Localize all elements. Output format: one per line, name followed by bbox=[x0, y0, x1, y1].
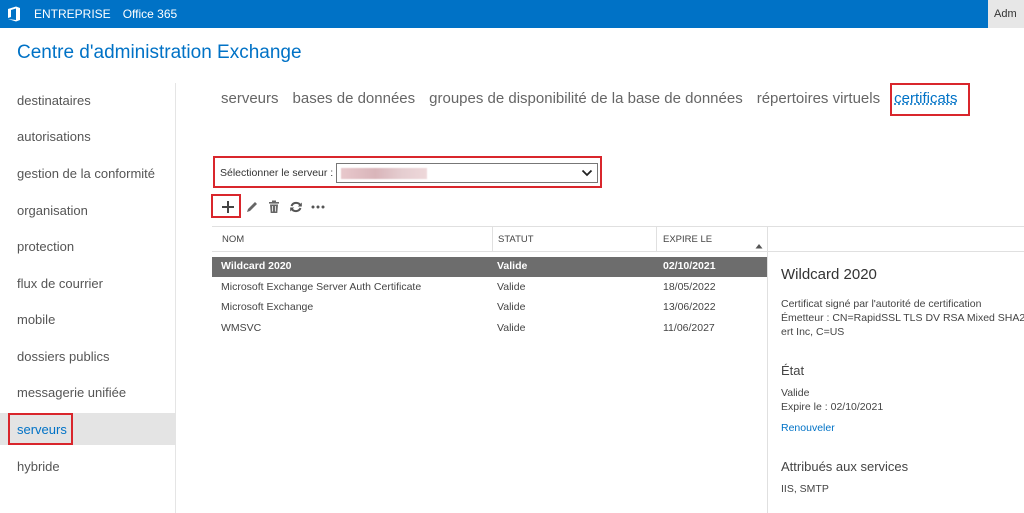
detail-header-strip bbox=[768, 226, 1024, 252]
details-title: Wildcard 2020 bbox=[781, 266, 877, 283]
cell-name: WMSVC bbox=[221, 322, 262, 334]
cell-status: Valide bbox=[497, 260, 528, 272]
details-signed-by: Certificat signé par l'autorité de certi… bbox=[781, 298, 982, 310]
nav-item-organisation[interactable]: organisation bbox=[17, 203, 88, 218]
column-header-nom[interactable]: NOM bbox=[222, 227, 244, 251]
column-divider bbox=[492, 227, 493, 251]
cell-expires: 18/05/2022 bbox=[663, 281, 716, 293]
cell-name: Wildcard 2020 bbox=[221, 260, 292, 272]
left-nav: destinataires autorisations gestion de l… bbox=[0, 83, 176, 513]
nav-item-conformite[interactable]: gestion de la conformité bbox=[17, 166, 155, 181]
highlight-box-certificats bbox=[890, 83, 970, 116]
user-menu[interactable]: Adm bbox=[988, 0, 1024, 28]
tab-bar: serveurs bases de données groupes de dis… bbox=[221, 90, 971, 107]
renew-link[interactable]: Renouveler bbox=[781, 422, 835, 434]
details-state-heading: État bbox=[781, 363, 805, 378]
cell-name: Microsoft Exchange bbox=[221, 301, 314, 313]
nav-item-messagerie-unifiee[interactable]: messagerie unifiée bbox=[17, 385, 126, 400]
cell-name: Microsoft Exchange Server Auth Certifica… bbox=[221, 281, 422, 293]
cell-status: Valide bbox=[497, 322, 526, 334]
nav-item-flux-courrier[interactable]: flux de courrier bbox=[17, 276, 103, 291]
refresh-icon[interactable] bbox=[285, 197, 307, 217]
sort-ascending-icon bbox=[755, 236, 763, 254]
nav-item-hybride[interactable]: hybride bbox=[17, 459, 60, 474]
column-header-expire[interactable]: EXPIRE LE bbox=[663, 227, 712, 251]
cell-status: Valide bbox=[497, 301, 526, 313]
table-row[interactable]: Microsoft Exchange Server Auth Certifica… bbox=[212, 278, 768, 298]
office-logo-icon[interactable] bbox=[0, 0, 28, 28]
details-services-value: IIS, SMTP bbox=[781, 483, 829, 495]
table-header: NOM STATUT EXPIRE LE bbox=[212, 226, 768, 252]
cell-status: Valide bbox=[497, 281, 526, 293]
table-row[interactable]: WMSVC Valide 11/06/2027 bbox=[212, 319, 768, 339]
more-icon[interactable] bbox=[307, 197, 329, 217]
column-header-statut[interactable]: STATUT bbox=[498, 227, 534, 251]
tab-bases-de-donnees[interactable]: bases de données bbox=[293, 90, 416, 107]
tab-serveurs[interactable]: serveurs bbox=[221, 90, 279, 107]
top-link-office365[interactable]: Office 365 bbox=[123, 7, 177, 21]
top-bar: ENTREPRISE Office 365 Adm bbox=[0, 0, 1024, 28]
details-issuer: Émetteur : CN=RapidSSL TLS DV RSA Mixed … bbox=[781, 312, 1024, 324]
column-divider bbox=[656, 227, 657, 251]
tab-repertoires-virtuels[interactable]: répertoires virtuels bbox=[757, 90, 880, 107]
table-row[interactable]: Wildcard 2020 Valide 02/10/2021 bbox=[212, 257, 768, 277]
details-services-heading: Attribués aux services bbox=[781, 459, 909, 474]
highlight-box-add-button bbox=[211, 194, 241, 218]
cell-expires: 11/06/2027 bbox=[663, 322, 715, 334]
details-issuer-cont: ert Inc, C=US bbox=[781, 326, 845, 338]
delete-icon[interactable] bbox=[263, 197, 285, 217]
cell-expires: 13/06/2022 bbox=[663, 301, 716, 313]
details-expire: Expire le : 02/10/2021 bbox=[781, 401, 884, 413]
tab-groupes-disponibilite[interactable]: groupes de disponibilité de la base de d… bbox=[429, 90, 743, 107]
cell-expires: 02/10/2021 bbox=[663, 260, 716, 272]
nav-item-destinataires[interactable]: destinataires bbox=[17, 93, 91, 108]
highlight-box-serveurs bbox=[8, 413, 73, 445]
details-state-value: Valide bbox=[781, 387, 810, 399]
table-row[interactable]: Microsoft Exchange Valide 13/06/2022 bbox=[212, 298, 768, 318]
page-title: Centre d'administration Exchange bbox=[17, 42, 302, 63]
nav-item-autorisations[interactable]: autorisations bbox=[17, 129, 91, 144]
edit-icon[interactable] bbox=[241, 197, 263, 217]
highlight-box-server-select bbox=[213, 156, 602, 188]
nav-item-dossiers-publics[interactable]: dossiers publics bbox=[17, 349, 110, 364]
top-link-entreprise[interactable]: ENTREPRISE bbox=[34, 7, 111, 21]
nav-item-mobile[interactable]: mobile bbox=[17, 312, 55, 327]
details-divider bbox=[767, 226, 768, 513]
nav-item-protection[interactable]: protection bbox=[17, 239, 74, 254]
